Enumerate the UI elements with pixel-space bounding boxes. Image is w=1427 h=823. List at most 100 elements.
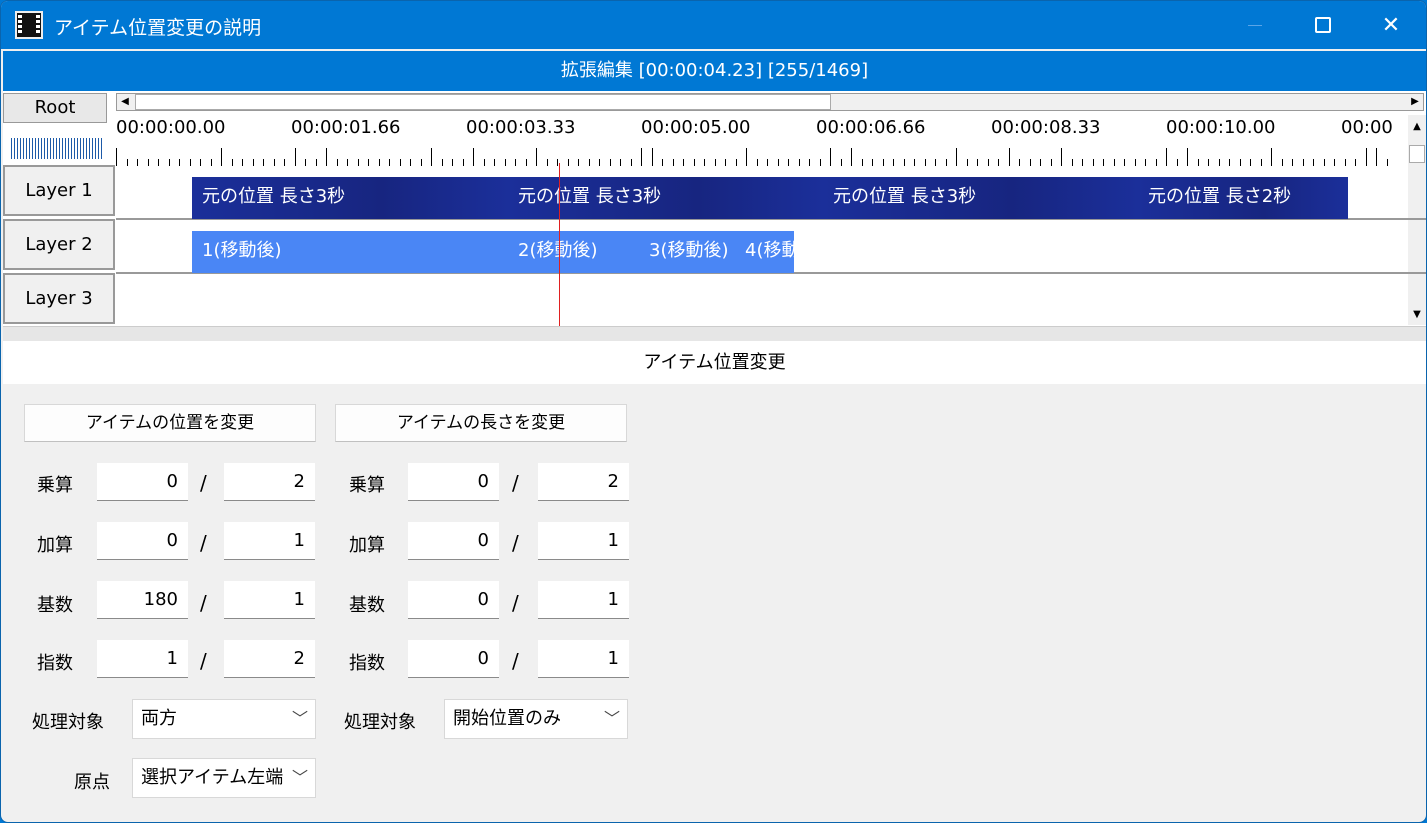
ruler-tick	[473, 148, 474, 166]
ruler-tick	[1323, 159, 1325, 166]
editor-header: 拡張編集 [00:00:04.23] [255/1469]	[3, 51, 1426, 91]
title-bar: アイテム位置変更の説明 ✕	[1, 1, 1426, 49]
len-exp-denominator[interactable]: 1	[538, 640, 629, 678]
ruler-tick	[147, 159, 149, 166]
ruler-tick	[189, 159, 191, 166]
label-target: 処理対象	[32, 712, 104, 733]
timeline-clip[interactable]: 元の位置 長さ3秒	[508, 177, 823, 219]
len-add-denominator[interactable]: 1	[538, 522, 629, 560]
len-base-numerator[interactable]: 0	[408, 581, 499, 619]
pos-base-denominator[interactable]: 1	[224, 581, 315, 619]
timeline-clip[interactable]: 4(移動	[737, 231, 794, 273]
pos-add-denominator[interactable]: 1	[224, 522, 315, 560]
timeline-clip[interactable]: 元の位置 長さ3秒	[192, 177, 508, 219]
ruler-tick	[819, 159, 821, 166]
ruler-tick	[1355, 159, 1356, 166]
maximize-button[interactable]	[1291, 1, 1355, 49]
len-add-numerator[interactable]: 0	[408, 522, 499, 560]
scroll-up-icon[interactable]: ▲	[1409, 119, 1425, 135]
ruler-tick	[588, 159, 590, 166]
ruler-tick	[1092, 159, 1094, 166]
ruler-tick	[630, 159, 632, 166]
time-ruler[interactable]: 00:00:00.00 00:00:01.66 00:00:03.33 00:0…	[116, 117, 1396, 166]
ruler-tick	[284, 159, 285, 166]
minimize-button[interactable]	[1223, 1, 1287, 49]
ruler-tick	[410, 159, 411, 166]
len-mul-numerator[interactable]: 0	[408, 463, 499, 501]
timeline-clip[interactable]: 3(移動後)	[639, 231, 737, 273]
panel-splitter[interactable]	[3, 326, 1426, 342]
pos-add-numerator[interactable]: 0	[97, 522, 188, 560]
ruler-tick	[620, 159, 621, 166]
layer-3-button[interactable]: Layer 3	[3, 273, 115, 324]
ruler-tick	[536, 148, 537, 166]
pos-mul-denominator[interactable]: 2	[224, 463, 315, 501]
label-exp: 指数	[349, 653, 385, 674]
ruler-tick	[1313, 159, 1314, 166]
len-target-select[interactable]: 開始位置のみ ﹀	[444, 699, 628, 739]
label-target: 処理対象	[344, 712, 416, 733]
slash: /	[512, 649, 519, 673]
ruler-tick	[158, 159, 159, 166]
ruler-tick	[788, 159, 789, 166]
ruler-tick	[1208, 159, 1209, 166]
change-position-button[interactable]: アイテムの位置を変更	[24, 404, 316, 442]
origin-select[interactable]: 選択アイテム左端 ﹀	[132, 758, 316, 798]
slash: /	[512, 471, 519, 495]
ruler-tick	[599, 159, 600, 166]
ruler-tick	[903, 159, 905, 166]
ruler-label: 00:00:05.00	[641, 117, 751, 138]
timeline-clip[interactable]: 2(移動後)	[508, 231, 639, 273]
film-icon	[15, 11, 43, 39]
vertical-scrollbar[interactable]: ▲ ▼	[1408, 115, 1426, 325]
len-base-denominator[interactable]: 1	[538, 581, 629, 619]
timeline-clip[interactable]: 元の位置 長さ2秒	[1138, 177, 1348, 219]
pos-base-numerator[interactable]: 180	[97, 581, 188, 619]
ruler-tick	[546, 159, 548, 166]
root-button[interactable]: Root	[3, 93, 107, 123]
ruler-tick	[872, 159, 873, 166]
ruler-tick	[977, 159, 978, 166]
ruler-tick	[1302, 159, 1304, 166]
len-mul-denominator[interactable]: 2	[538, 463, 629, 501]
ruler-tick	[1260, 159, 1262, 166]
change-length-button[interactable]: アイテムの長さを変更	[335, 404, 627, 442]
scroll-right-icon[interactable]: ▶	[1407, 94, 1423, 110]
horizontal-scrollbar[interactable]: ◀ ▶	[116, 93, 1424, 111]
pos-target-select[interactable]: 両方 ﹀	[132, 699, 316, 739]
scroll-left-icon[interactable]: ◀	[117, 94, 133, 110]
ruler-tick	[326, 148, 327, 166]
ruler-tick	[347, 159, 348, 166]
zoom-slider[interactable]	[11, 138, 103, 159]
ruler-tick	[704, 159, 705, 166]
timeline-clip[interactable]: 元の位置 長さ3秒	[823, 177, 1138, 219]
ruler-tick	[1113, 159, 1115, 166]
pos-exp-numerator[interactable]: 1	[97, 640, 188, 678]
pos-exp-denominator[interactable]: 2	[224, 640, 315, 678]
ruler-tick	[1281, 159, 1283, 166]
layer-1-button[interactable]: Layer 1	[3, 165, 115, 216]
pos-mul-numerator[interactable]: 0	[97, 463, 188, 501]
vertical-scroll-thumb[interactable]	[1409, 145, 1425, 163]
len-exp-numerator[interactable]: 0	[408, 640, 499, 678]
ruler-tick	[483, 159, 485, 166]
ruler-tick	[609, 159, 611, 166]
ruler-tick	[452, 159, 453, 166]
ruler-tick	[179, 159, 180, 166]
layer-2-button[interactable]: Layer 2	[3, 219, 115, 270]
ruler-tick	[851, 148, 852, 166]
close-button[interactable]: ✕	[1359, 1, 1423, 49]
minimize-icon	[1248, 24, 1262, 26]
ruler-tick	[305, 159, 306, 166]
horizontal-scroll-thumb[interactable]	[135, 94, 831, 110]
scroll-down-icon[interactable]: ▼	[1409, 307, 1425, 323]
chevron-down-icon: ﹀	[603, 700, 621, 738]
playhead-cursor[interactable]	[559, 163, 560, 326]
chevron-down-icon: ﹀	[291, 759, 309, 797]
label-exp: 指数	[37, 653, 73, 674]
ruler-tick	[1082, 159, 1083, 166]
timeline-clip[interactable]: 1(移動後)	[192, 231, 508, 273]
ruler-tick	[1365, 148, 1367, 166]
ruler-tick	[756, 159, 758, 166]
ruler-tick	[1155, 159, 1157, 166]
